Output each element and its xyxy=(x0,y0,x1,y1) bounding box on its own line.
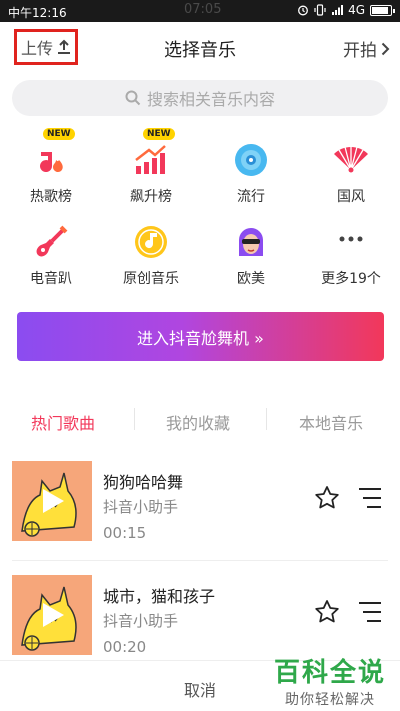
tab-divider xyxy=(266,408,267,430)
tab-hot-songs[interactable]: 热门歌曲 xyxy=(31,410,95,434)
vinyl-icon xyxy=(235,144,267,176)
song-cover[interactable] xyxy=(12,461,92,541)
song-cover[interactable] xyxy=(12,575,92,655)
song-title: 狗狗哈哈舞 xyxy=(103,473,184,492)
song-title: 城市，猫和孩子 xyxy=(103,587,216,606)
category-label: 国风 xyxy=(337,189,365,205)
favorite-star-icon[interactable] xyxy=(314,485,340,511)
favorite-star-icon[interactable] xyxy=(314,599,340,625)
category-label: 更多19个 xyxy=(321,271,381,287)
category-label: 热歌榜 xyxy=(30,189,72,205)
category-electronic[interactable]: 电音趴 xyxy=(11,222,91,288)
chevron-right-icon xyxy=(381,42,390,55)
vibrate-icon xyxy=(314,4,326,16)
category-chinese-style[interactable]: 国风 xyxy=(311,140,391,206)
song-artist: 抖音小助手 xyxy=(103,612,179,630)
hot-chart-icon xyxy=(40,152,63,173)
category-label: 欧美 xyxy=(237,271,265,287)
dance-machine-banner[interactable]: 进入抖音尬舞机 » xyxy=(17,312,384,361)
row-divider xyxy=(12,560,388,561)
music-tabs: 热门歌曲 我的收藏 本地音乐 xyxy=(0,396,400,446)
music-note-icon xyxy=(135,226,167,258)
new-badge: NEW xyxy=(143,128,175,140)
status-icons: 4G xyxy=(297,3,395,17)
status-time: 中午12:16 xyxy=(8,6,67,20)
status-center-text: 07:05 xyxy=(184,2,222,17)
song-row[interactable]: 狗狗哈哈舞 抖音小助手 00:15 xyxy=(12,461,388,559)
category-label: 飙升榜 xyxy=(130,189,172,205)
search-bar[interactable]: 搜索相关音乐内容 xyxy=(12,80,388,116)
category-more[interactable]: 更多19个 xyxy=(311,222,391,288)
play-icon[interactable] xyxy=(40,601,66,629)
category-original[interactable]: 原创音乐 xyxy=(111,222,191,288)
network-type: 4G xyxy=(348,3,365,17)
face-icon xyxy=(239,228,263,256)
song-artist: 抖音小助手 xyxy=(103,498,179,516)
category-western[interactable]: 欧美 xyxy=(211,222,291,288)
header: 上传 选择音乐 开拍 xyxy=(0,22,400,74)
category-label: 电音趴 xyxy=(30,271,72,287)
signal-icon xyxy=(332,5,344,15)
banner-label: 进入抖音尬舞机 » xyxy=(137,328,264,348)
tab-divider xyxy=(134,408,135,430)
battery-level-fill xyxy=(372,6,388,14)
page-title: 选择音乐 xyxy=(164,40,236,61)
list-menu-icon[interactable] xyxy=(358,601,382,623)
battery-icon xyxy=(370,4,395,16)
tab-favorites[interactable]: 我的收藏 xyxy=(166,410,230,434)
watermark-title: 百科全说 xyxy=(273,658,386,688)
search-icon xyxy=(125,90,141,106)
guitar-icon xyxy=(36,225,68,257)
song-duration: 00:20 xyxy=(103,638,147,656)
song-duration: 00:15 xyxy=(103,524,147,542)
watermark: 百科全说 助你轻松解决 xyxy=(274,652,386,709)
list-menu-icon[interactable] xyxy=(358,487,382,509)
search-placeholder: 搜索相关音乐内容 xyxy=(146,90,275,109)
category-label: 原创音乐 xyxy=(123,271,179,287)
fan-icon xyxy=(334,146,368,173)
alarm-icon xyxy=(298,5,309,16)
status-bar: 中午12:16 07:05 4G xyxy=(0,0,400,22)
category-hot-chart[interactable]: NEW 热歌榜 xyxy=(11,128,91,206)
start-label: 开拍 xyxy=(343,41,377,61)
rising-chart-icon xyxy=(135,145,166,174)
more-icon xyxy=(339,236,363,242)
watermark-subtitle: 助你轻松解决 xyxy=(284,692,375,708)
start-shooting-button[interactable]: 开拍 xyxy=(343,36,390,61)
category-rising-chart[interactable]: NEW 飙升榜 xyxy=(111,128,191,206)
new-badge: NEW xyxy=(43,128,75,140)
tab-local-music[interactable]: 本地音乐 xyxy=(299,410,363,434)
category-pop[interactable]: 流行 xyxy=(211,140,291,206)
play-icon[interactable] xyxy=(40,487,66,515)
category-label: 流行 xyxy=(237,189,265,205)
